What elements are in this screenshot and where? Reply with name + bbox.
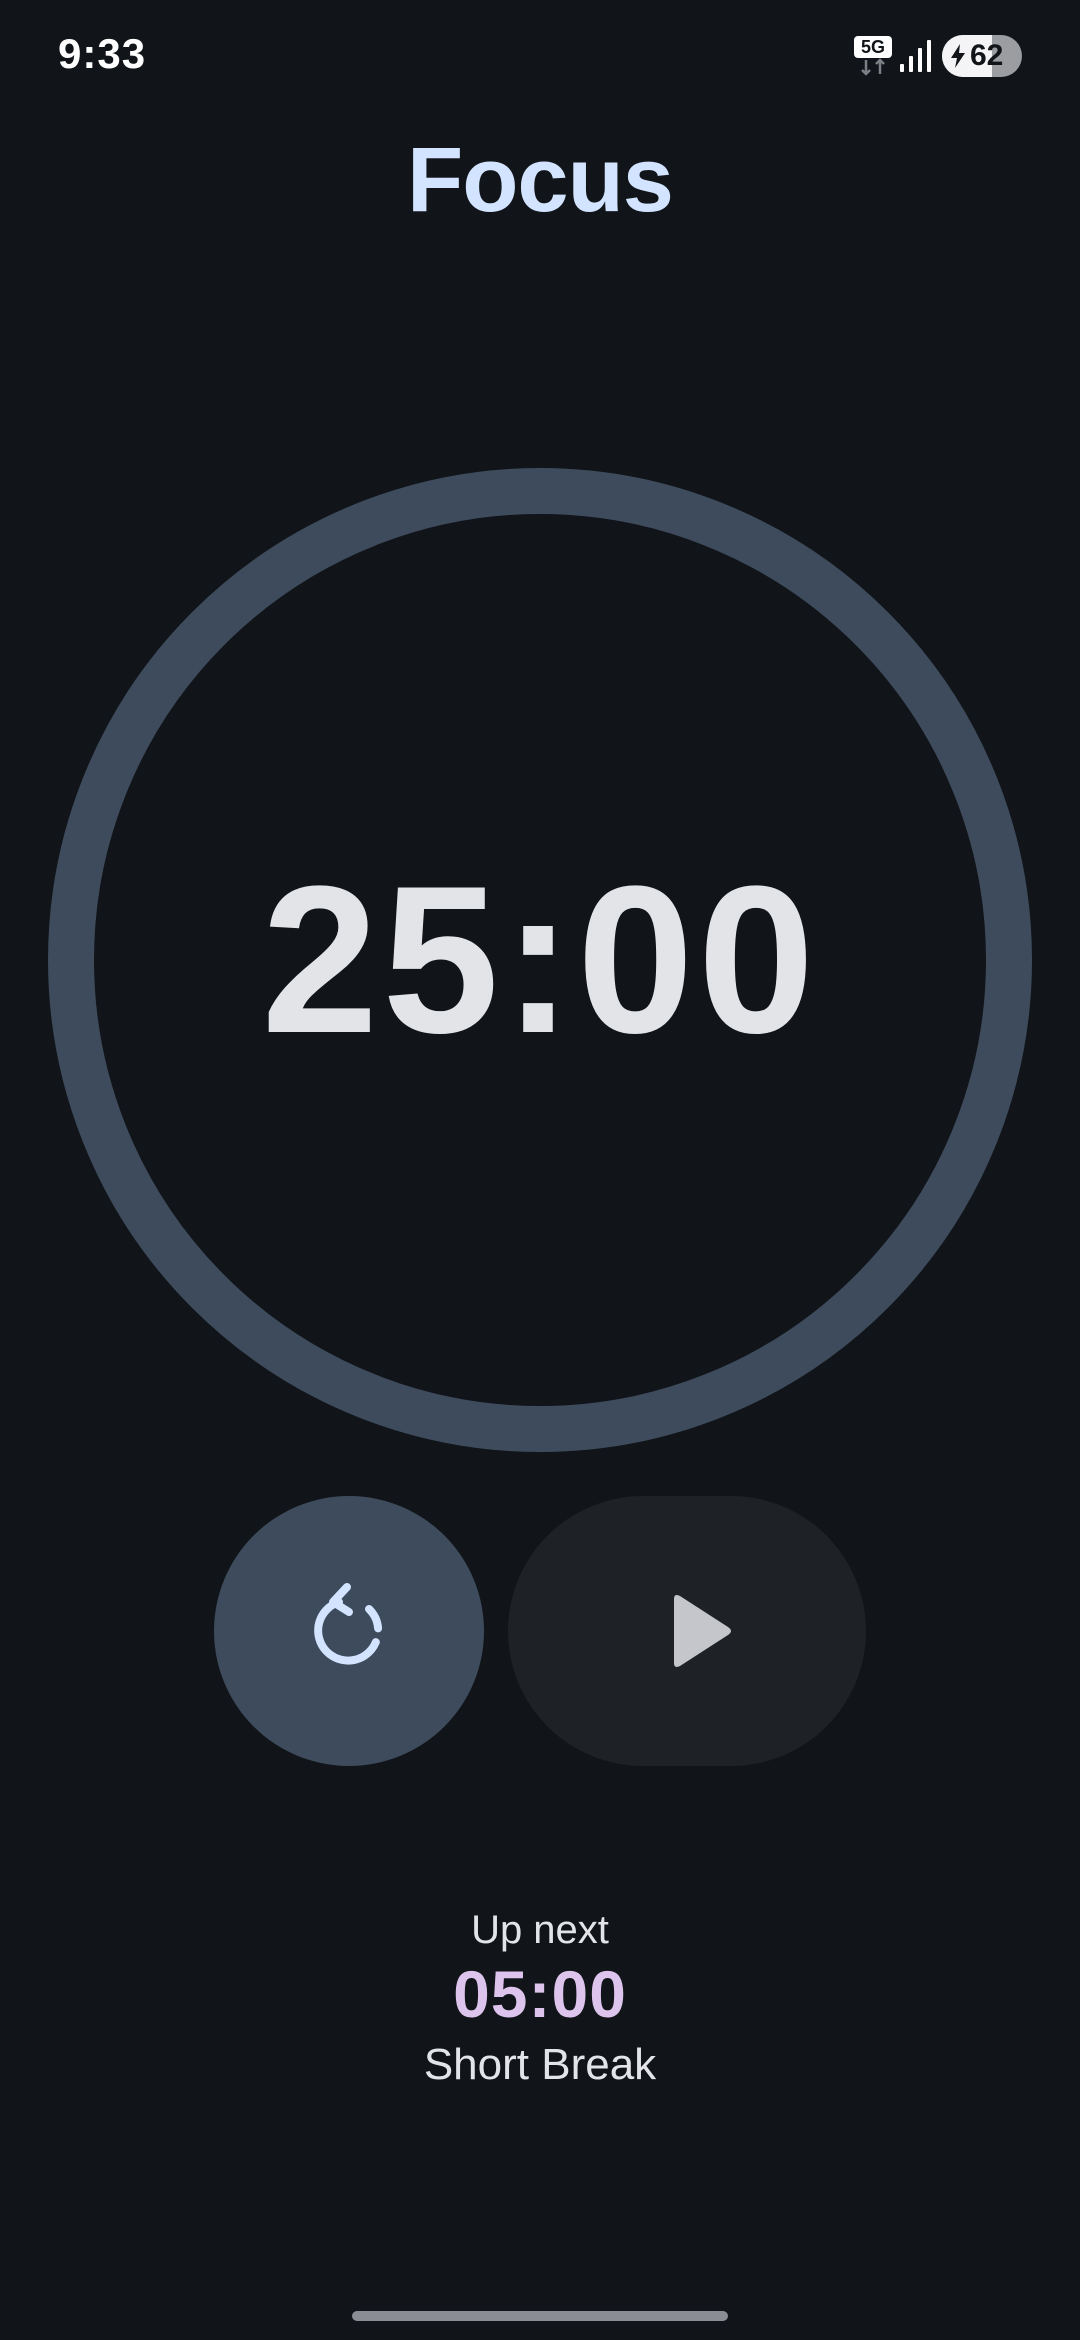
play-icon <box>674 1595 731 1667</box>
charging-bolt-icon <box>951 44 965 68</box>
reset-button[interactable] <box>214 1496 484 1766</box>
status-time: 9:33 <box>58 30 147 77</box>
play-button[interactable] <box>508 1496 866 1766</box>
timer-display: 25:00 <box>261 842 819 1077</box>
reset-icon <box>314 1583 383 1665</box>
home-indicator[interactable] <box>352 2311 728 2321</box>
up-next-duration: 05:00 <box>453 1957 627 2031</box>
network-type-label: 5G <box>854 36 892 58</box>
battery-level: 62 <box>970 39 1004 72</box>
up-next-label: Up next <box>471 1908 609 1952</box>
page-title: Focus <box>407 129 674 231</box>
up-next-name: Short Break <box>423 2040 657 2089</box>
battery-indicator: 62 <box>942 35 1022 77</box>
status-bar: 9:33 5G 62 <box>0 0 1080 110</box>
data-arrows-icon <box>861 58 885 76</box>
signal-strength-icon <box>900 40 931 72</box>
network-5g-icon: 5G <box>854 36 892 76</box>
